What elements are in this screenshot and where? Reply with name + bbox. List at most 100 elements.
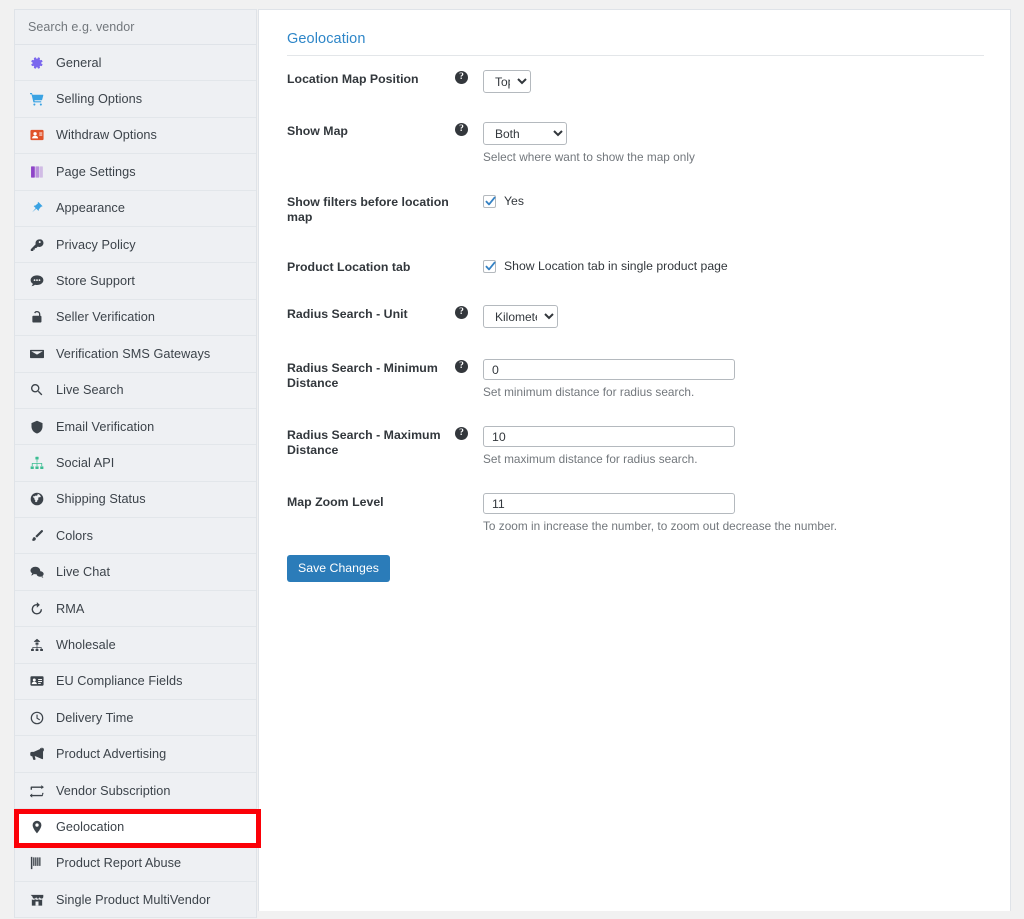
envelope-icon — [28, 346, 46, 362]
sidebar-search-input[interactable]: Search e.g. vendor — [15, 10, 256, 45]
sidebar-item-label: Vendor Subscription — [56, 783, 171, 798]
help-icon[interactable]: ? — [455, 71, 468, 84]
sidebar-item-rma[interactable]: RMA — [15, 590, 256, 628]
radius-search-unit-select[interactable]: KilometersMiles — [483, 305, 558, 328]
sidebar-item-live-chat[interactable]: Live Chat — [15, 554, 256, 591]
radius-min-distance-input[interactable] — [483, 359, 735, 380]
key-icon — [28, 237, 46, 253]
sidebar-item-general[interactable]: General — [15, 45, 256, 82]
field-control: Set maximum distance for radius search. — [483, 426, 987, 466]
sidebar-item-page-settings[interactable]: Page Settings — [15, 154, 256, 191]
checkbox-label: Show Location tab in single product page — [504, 259, 728, 273]
sidebar-item-label: General — [56, 55, 102, 70]
sidebar-item-withdraw-options[interactable]: Withdraw Options — [15, 117, 256, 155]
sidebar-item-geolocation[interactable]: Geolocation — [15, 809, 256, 846]
field-hint: To zoom in increase the number, to zoom … — [483, 519, 838, 533]
sidebar-item-live-search[interactable]: Live Search — [15, 372, 256, 409]
help-icon[interactable]: ? — [455, 123, 468, 136]
sidebar-item-product-advertising[interactable]: Product Advertising — [15, 736, 256, 773]
sidebar-item-privacy-policy[interactable]: Privacy Policy — [15, 226, 256, 264]
field-hint: Select where want to show the map only — [483, 150, 695, 164]
sidebar-item-label: Live Search — [56, 383, 124, 398]
field-label: Map Zoom Level — [287, 495, 384, 509]
sidebar-item-label: Product Report Abuse — [56, 856, 182, 871]
settings-page: Search e.g. vendor General Selling Option… — [0, 0, 1024, 919]
chat-bubble-icon — [28, 273, 46, 289]
megaphone-icon — [28, 746, 46, 762]
field-label: Radius Search - Minimum Distance — [287, 361, 438, 390]
sidebar-item-label: Email Verification — [56, 419, 155, 434]
sidebar-item-delivery-time[interactable]: Delivery Time — [15, 700, 256, 737]
checkbox-row[interactable]: Yes — [483, 193, 987, 208]
sidebar-item-seller-verification[interactable]: Seller Verification — [15, 299, 256, 337]
sidebar-item-appearance[interactable]: Appearance — [15, 190, 256, 227]
sidebar-item-label: Social API — [56, 455, 115, 470]
help-column — [455, 193, 483, 194]
sidebar-item-store-support[interactable]: Store Support — [15, 263, 256, 300]
show-filters-checkbox[interactable] — [483, 194, 496, 208]
sidebar-item-label: Page Settings — [56, 164, 136, 179]
sidebar-item-eu-compliance-fields[interactable]: EU Compliance Fields — [15, 663, 256, 701]
help-column — [455, 493, 483, 494]
field-control: KilometersMiles — [483, 305, 987, 328]
field-show-filters-before-location-map: Show filters before location map Yes — [287, 193, 987, 225]
product-location-tab-checkbox[interactable] — [483, 259, 496, 273]
sitemap-icon — [28, 455, 46, 471]
help-icon[interactable]: ? — [455, 360, 468, 373]
sidebar-item-label: Live Chat — [56, 565, 111, 580]
sidebar-item-label: Selling Options — [56, 92, 143, 107]
checkbox-label: Yes — [504, 194, 524, 208]
field-radius-search-min-distance: Radius Search - Minimum Distance ? Set m… — [287, 359, 987, 399]
field-product-location-tab: Product Location tab Show Location tab i… — [287, 258, 987, 275]
pin-icon — [28, 200, 46, 216]
paintbrush-icon — [28, 528, 46, 544]
sidebar-item-social-api[interactable]: Social API — [15, 445, 256, 482]
field-label: Location Map Position — [287, 72, 419, 86]
sidebar-item-label: Product Advertising — [56, 747, 167, 762]
shopping-cart-icon — [28, 91, 46, 107]
sidebar-item-label: Single Product MultiVendor — [56, 892, 211, 907]
save-changes-button[interactable]: Save Changes — [287, 555, 390, 582]
map-zoom-level-input[interactable] — [483, 493, 735, 514]
page-title: Geolocation — [287, 31, 366, 47]
field-label: Show Map — [287, 124, 348, 138]
sidebar-item-shipping-status[interactable]: Shipping Status — [15, 481, 256, 519]
field-hint: Set maximum distance for radius search. — [483, 452, 698, 466]
chat-dual-icon — [28, 564, 46, 580]
sidebar-item-email-verification[interactable]: Email Verification — [15, 408, 256, 446]
sidebar-item-label: Delivery Time — [56, 710, 134, 725]
sidebar-item-vendor-subscription[interactable]: Vendor Subscription — [15, 772, 256, 810]
help-icon[interactable]: ? — [455, 427, 468, 440]
help-column: ? — [455, 305, 483, 319]
field-radius-search-max-distance: Radius Search - Maximum Distance ? Set m… — [287, 426, 987, 466]
sidebar-item-label: Store Support — [56, 274, 135, 289]
sidebar-item-verification-sms-gateways[interactable]: Verification SMS Gateways — [15, 336, 256, 373]
field-label: Product Location tab — [287, 260, 411, 274]
sidebar-item-label: EU Compliance Fields — [56, 674, 183, 689]
checkmark-icon — [485, 261, 496, 270]
exchange-icon — [28, 783, 46, 799]
id-card-icon — [28, 673, 46, 689]
field-control: BothStoreProductNone Select where want t… — [483, 122, 987, 164]
location-map-position-select[interactable]: TopBottomLeftRight — [483, 70, 531, 93]
settings-content-panel: Geolocation Location Map Position ? TopB… — [258, 9, 1011, 911]
help-icon[interactable]: ? — [455, 306, 468, 319]
sidebar-item-colors[interactable]: Colors — [15, 518, 256, 555]
form-actions: Save Changes — [287, 555, 987, 582]
field-label: Show filters before location map — [287, 195, 449, 224]
show-map-select[interactable]: BothStoreProductNone — [483, 122, 567, 145]
sidebar-item-selling-options[interactable]: Selling Options — [15, 81, 256, 118]
checkmark-icon — [485, 196, 496, 205]
sidebar-item-label: Privacy Policy — [56, 237, 136, 252]
sidebar-item-label: Seller Verification — [56, 310, 155, 325]
field-control: TopBottomLeftRight — [483, 70, 987, 93]
sidebar-item-single-product-multivendor[interactable]: Single Product MultiVendor — [15, 881, 256, 919]
radius-max-distance-input[interactable] — [483, 426, 735, 447]
sidebar-item-product-report-abuse[interactable]: Product Report Abuse — [15, 845, 256, 882]
checkbox-row[interactable]: Show Location tab in single product page — [483, 258, 987, 273]
gear-icon — [28, 55, 46, 71]
sidebar-item-wholesale[interactable]: Wholesale — [15, 627, 256, 664]
sidebar-nav-list: General Selling Options Withdraw Options Pa… — [15, 45, 256, 919]
help-column — [455, 258, 483, 259]
sidebar-item-label: Verification SMS Gateways — [56, 346, 211, 361]
